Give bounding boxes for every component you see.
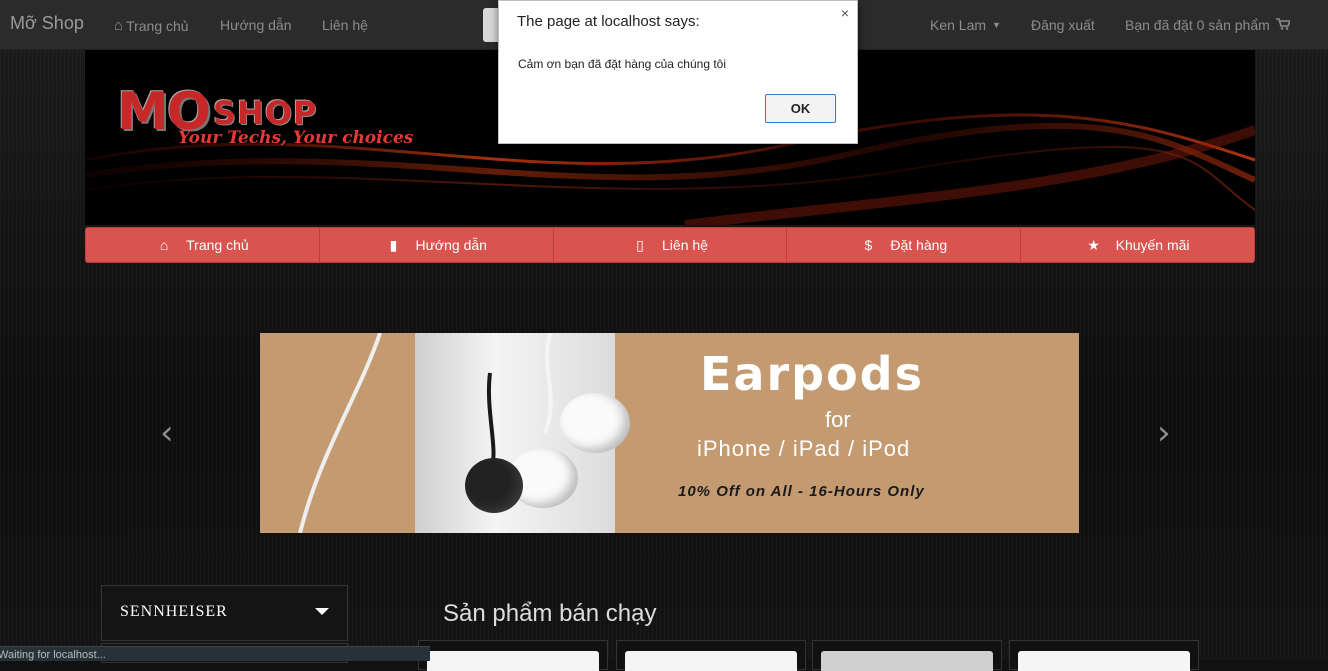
product-card[interactable]: [418, 640, 608, 671]
caret-down-icon: ▼: [992, 20, 1001, 30]
menu-item-guide[interactable]: ▮ Hướng dẫn: [320, 228, 554, 262]
brand-filter-label: SENNHEISER: [120, 603, 228, 620]
menu-item-order[interactable]: $ Đặt hàng: [787, 228, 1022, 262]
logout-link[interactable]: Đăng xuất: [1031, 17, 1095, 33]
menu-item-label: Khuyến mãi: [1115, 237, 1190, 253]
carousel-prev-button[interactable]: ‹: [160, 416, 174, 450]
earpod-black-image: [465, 458, 523, 513]
menu-item-label: Trang chủ: [186, 237, 249, 253]
product-card[interactable]: [616, 640, 806, 671]
product-image: [821, 651, 993, 671]
dialog-message: Cảm ơn bạn đã đặt hàng của chúng tôi: [518, 57, 727, 71]
user-menu[interactable]: Ken Lam ▼: [930, 17, 1001, 33]
star-icon: ★: [1087, 236, 1100, 253]
cart-label: Bạn đã đặt 0 sản phẩm: [1125, 17, 1270, 33]
earpods-cables: [298, 333, 553, 533]
nav-contact-link[interactable]: Liên hệ: [322, 17, 368, 33]
phone-icon: ▯: [636, 236, 644, 253]
book-icon: ▮: [389, 236, 398, 253]
product-card[interactable]: [1009, 640, 1199, 671]
user-name: Ken Lam: [930, 17, 987, 33]
product-card[interactable]: [812, 640, 1002, 671]
navbar-brand[interactable]: Mỡ Shop: [10, 13, 84, 34]
cart-icon: [1275, 17, 1291, 33]
dialog-title: The page at localhost says:: [517, 13, 700, 30]
alert-dialog: The page at localhost says: × Cảm ơn bạn…: [498, 0, 858, 144]
carousel-next-button[interactable]: ›: [1157, 416, 1171, 450]
nav-guide-link[interactable]: Hướng dẫn: [220, 17, 291, 33]
cart-link[interactable]: Bạn đã đặt 0 sản phẩm: [1125, 17, 1291, 33]
product-image: [427, 651, 599, 671]
logo-tagline: Your Techs, Your choices: [178, 128, 414, 148]
home-icon: ⌂: [114, 17, 124, 34]
logo-shop[interactable]: SHOP: [213, 94, 317, 132]
ok-button[interactable]: OK: [765, 94, 836, 123]
dollar-icon: $: [864, 237, 873, 253]
carousel-for: for: [825, 407, 851, 432]
menu-item-label: Hướng dẫn: [415, 237, 487, 253]
carousel-title: Earpods: [700, 347, 924, 401]
home-icon: ⌂: [159, 237, 169, 253]
carousel-offer: 10% Off on All - 16-Hours Only: [678, 483, 925, 500]
close-icon[interactable]: ×: [841, 5, 849, 21]
earpod-white-image: [560, 393, 630, 453]
nav-home-label: Trang chủ: [126, 17, 189, 34]
status-text: Waiting for localhost...: [0, 649, 106, 661]
bestseller-heading: Sản phẩm bán chạy: [443, 600, 657, 627]
caret-down-icon: [315, 608, 329, 615]
carousel-slide[interactable]: Earpods for iPhone / iPad / iPod 10% Off…: [260, 333, 1079, 533]
nav-home-link[interactable]: ⌂ Trang chủ: [114, 17, 189, 34]
menu-item-contact[interactable]: ▯ Liên hệ: [554, 228, 788, 262]
menu-item-label: Đặt hàng: [890, 237, 948, 253]
menu-item-home[interactable]: ⌂ Trang chủ: [86, 228, 320, 262]
main-menu: ⌂ Trang chủ ▮ Hướng dẫn ▯ Liên hệ $ Đặt …: [85, 227, 1255, 263]
menu-item-promotion[interactable]: ★ Khuyến mãi: [1021, 228, 1254, 262]
brand-filter-dropdown[interactable]: SENNHEISER: [101, 585, 348, 641]
browser-status-bar: Waiting for localhost...: [0, 646, 430, 661]
product-image: [1018, 651, 1190, 671]
product-image: [625, 651, 797, 671]
menu-item-label: Liên hệ: [662, 237, 708, 253]
carousel-devices: iPhone / iPad / iPod: [697, 436, 911, 461]
